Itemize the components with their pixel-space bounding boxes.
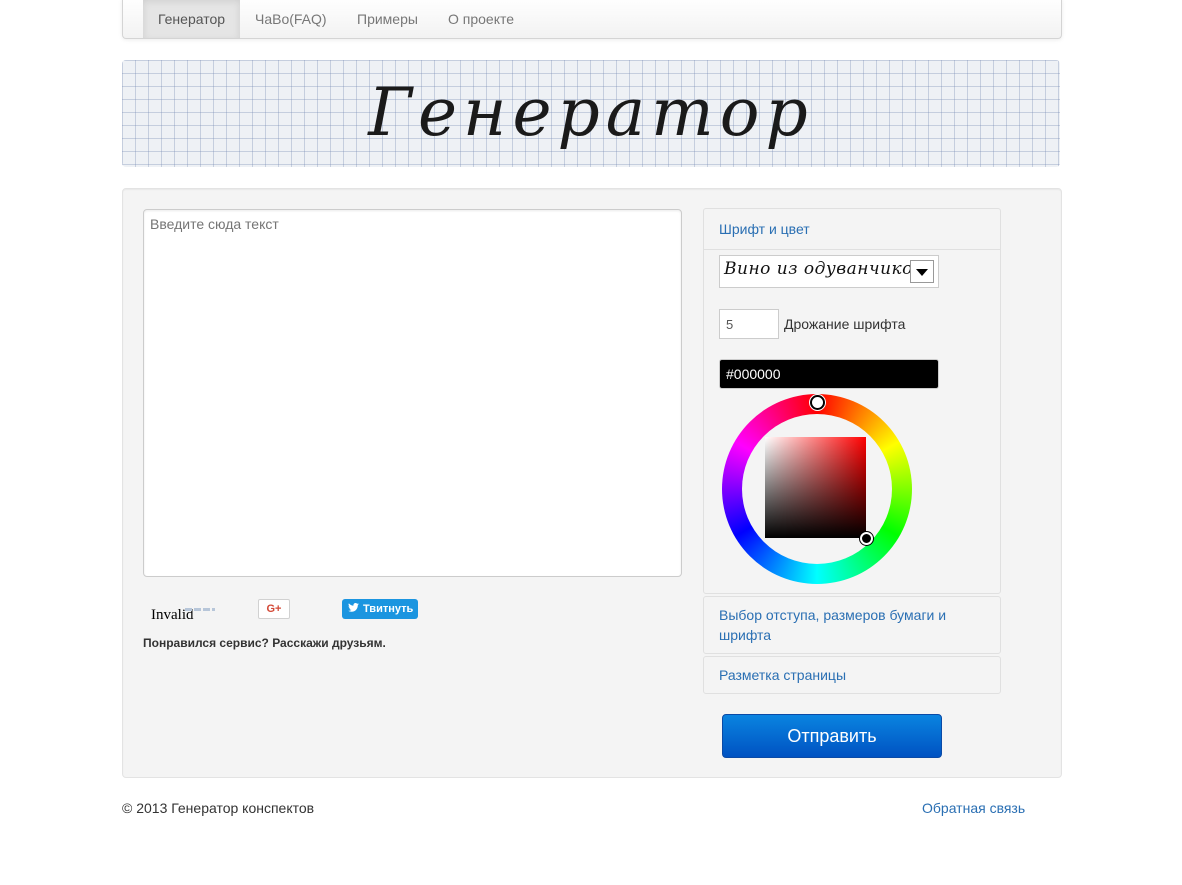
- font-jitter-input[interactable]: [719, 309, 779, 339]
- tweet-label: Твитнуть: [363, 603, 414, 615]
- saturation-value-square[interactable]: [765, 437, 866, 538]
- footer-copyright: © 2013 Генератор конспектов: [122, 800, 315, 816]
- header-banner: Генератор конспектов: [122, 60, 1060, 167]
- twitter-bird-icon: [348, 599, 359, 619]
- feedback-link[interactable]: Обратная связь: [922, 800, 1025, 816]
- nav-examples[interactable]: Примеры: [342, 0, 433, 38]
- main-panel: Invalid G+ Твитнуть Понравился сервис? Р…: [122, 188, 1062, 778]
- banner-title: Генератор конспектов: [350, 74, 825, 167]
- layout-panel: Разметка страницы: [703, 656, 1001, 694]
- text-input[interactable]: [143, 209, 682, 577]
- submit-button[interactable]: Отправить: [722, 714, 942, 758]
- nav-about[interactable]: О проекте: [433, 0, 529, 38]
- share-row: Invalid G+ Твитнуть: [143, 599, 683, 629]
- tweet-button[interactable]: Твитнуть: [342, 599, 418, 619]
- nav-faq[interactable]: ЧаВо(FAQ): [240, 0, 342, 38]
- loading-dash-icon: [185, 608, 215, 611]
- margins-heading[interactable]: Выбор отступа, размеров бумаги и шрифта: [704, 597, 1000, 655]
- panel-divider: [704, 249, 1000, 250]
- top-navbar: Генератор ЧаВо(FAQ) Примеры О проекте: [122, 0, 1062, 39]
- nav-generator[interactable]: Генератор: [143, 0, 240, 38]
- color-marker-handle[interactable]: [860, 532, 873, 545]
- chevron-down-icon[interactable]: [910, 260, 934, 283]
- share-caption: Понравился сервис? Расскажи друзьям.: [143, 636, 386, 650]
- layout-heading[interactable]: Разметка страницы: [704, 657, 1000, 695]
- font-color-panel: Шрифт и цвет Вино из одуванчиков Дрожани…: [703, 208, 1001, 594]
- font-color-heading[interactable]: Шрифт и цвет: [704, 209, 1000, 249]
- hue-marker-handle[interactable]: [810, 395, 825, 410]
- font-jitter-label: Дрожание шрифта: [784, 316, 906, 332]
- google-plus-button[interactable]: G+: [258, 599, 290, 619]
- color-hex-input[interactable]: [719, 359, 939, 389]
- font-select[interactable]: Вино из одуванчиков: [719, 255, 939, 288]
- font-select-value: Вино из одуванчиков: [724, 259, 924, 279]
- margins-panel: Выбор отступа, размеров бумаги и шрифта: [703, 596, 1001, 654]
